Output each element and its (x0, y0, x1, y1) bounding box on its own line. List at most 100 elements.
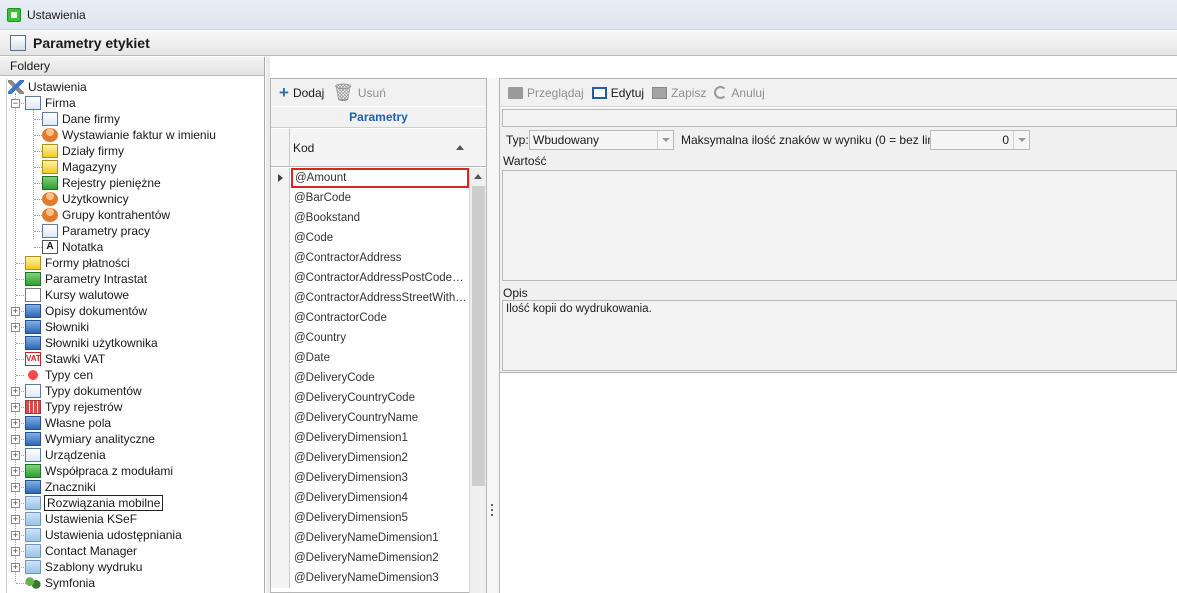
table-row[interactable]: @DeliveryCountryCode (271, 388, 469, 408)
tree-item[interactable]: Słowniki użytkownika (25, 335, 159, 351)
kod-cell[interactable]: @ContractorAddressStreetWithN... (291, 288, 469, 308)
kod-cell[interactable]: @DeliveryCountryName (291, 408, 469, 428)
cancel-button[interactable]: Anuluj (714, 86, 765, 100)
kod-cell[interactable]: @DeliveryNameDimension3 (291, 568, 469, 588)
tree-item[interactable]: Ustawienia udostępniania (25, 527, 183, 543)
expand-icon[interactable]: + (11, 467, 20, 476)
tree-item[interactable]: Słowniki (25, 319, 90, 335)
folder-tree[interactable]: Ustawienia − Firma Dane firmy Wystawianie fa… (6, 79, 264, 593)
tree-item[interactable]: Współpraca z modułami (25, 463, 174, 479)
kod-cell[interactable]: @DeliveryDimension3 (291, 468, 469, 488)
tree-item[interactable]: Ustawienia KSeF (25, 511, 138, 527)
table-row[interactable]: @DeliveryDimension5 (271, 508, 469, 528)
expand-icon[interactable]: + (11, 515, 20, 524)
row-header[interactable] (271, 348, 290, 368)
expand-icon[interactable]: + (11, 499, 20, 508)
table-row[interactable]: @ContractorAddressPostCodeWit... (271, 268, 469, 288)
tree-item[interactable]: Wymiary analityczne (25, 431, 156, 447)
tree-item[interactable]: Szablony wydruku (25, 559, 143, 575)
table-row[interactable]: @Code (271, 228, 469, 248)
row-header[interactable] (271, 408, 290, 428)
table-row[interactable]: @BarCode (271, 188, 469, 208)
kod-cell[interactable]: @DeliveryCountryCode (291, 388, 469, 408)
table-row[interactable]: @DeliveryNameDimension3 (271, 568, 469, 588)
table-row[interactable]: @DeliveryDimension2 (271, 448, 469, 468)
tree-item[interactable]: Własne pola (25, 415, 112, 431)
row-header[interactable] (271, 448, 290, 468)
kod-cell[interactable]: @ContractorAddressPostCodeWit... (291, 268, 469, 288)
kod-cell[interactable]: @DeliveryDimension4 (291, 488, 469, 508)
row-header[interactable] (271, 528, 290, 548)
tree-item[interactable]: Parametry pracy (42, 223, 151, 239)
table-row[interactable]: @DeliveryDimension3 (271, 468, 469, 488)
tree-item[interactable]: Opisy dokumentów (25, 303, 148, 319)
table-row[interactable]: @ContractorAddressStreetWithN... (271, 288, 469, 308)
tree-item[interactable]: Dane firmy (42, 111, 121, 127)
column-header[interactable]: Kod (271, 129, 486, 167)
expand-icon[interactable]: + (11, 531, 20, 540)
chevron-down-icon[interactable] (657, 131, 673, 149)
row-header[interactable] (271, 288, 290, 308)
tree-item[interactable]: Wystawianie faktur w imieniu (42, 127, 217, 143)
tree-item[interactable]: Typy cen (25, 367, 94, 383)
expand-icon[interactable]: + (11, 403, 20, 412)
tree-item[interactable]: VAT Stawki VAT (25, 351, 106, 367)
tree-item[interactable]: Kursy walutowe (25, 287, 130, 303)
expand-icon[interactable]: + (11, 563, 20, 572)
table-row[interactable]: @Date (271, 348, 469, 368)
table-row[interactable]: @DeliveryDimension4 (271, 488, 469, 508)
tree-item[interactable]: Formy płatności (25, 255, 131, 271)
tree-item[interactable]: Typy dokumentów (25, 383, 143, 399)
save-button[interactable]: Zapisz (652, 86, 706, 100)
row-header[interactable] (271, 168, 290, 188)
row-header[interactable] (271, 228, 290, 248)
kod-cell[interactable]: @ContractorCode (291, 308, 469, 328)
scrollbar-thumb[interactable] (472, 186, 485, 486)
kod-cell[interactable]: @DeliveryCode (291, 368, 469, 388)
tree-item[interactable]: Symfonia (25, 575, 96, 591)
kod-cell[interactable]: @DeliveryNameDimension1 (291, 528, 469, 548)
description-textarea[interactable]: Ilość kopii do wydrukowania. (502, 300, 1177, 371)
tree-item[interactable]: Typy rejestrów (25, 399, 123, 415)
browse-button[interactable]: Przeglądaj (508, 86, 584, 100)
table-row[interactable]: @ContractorCode (271, 308, 469, 328)
row-header[interactable] (271, 248, 290, 268)
table-row[interactable]: @Country (271, 328, 469, 348)
column-header-kod[interactable]: Kod (293, 141, 314, 155)
kod-cell[interactable]: @ContractorAddress (291, 248, 469, 268)
row-header[interactable] (271, 328, 290, 348)
tree-item[interactable]: Użytkownicy (42, 191, 130, 207)
tree-item[interactable]: Rozwiązania mobilne (25, 495, 164, 511)
expand-icon[interactable]: + (11, 483, 20, 492)
table-row[interactable]: @DeliveryCountryName (271, 408, 469, 428)
kod-cell[interactable]: @Country (291, 328, 469, 348)
table-row[interactable]: @DeliveryDimension1 (271, 428, 469, 448)
table-row[interactable]: @DeliveryNameDimension1 (271, 528, 469, 548)
row-header[interactable] (271, 308, 290, 328)
row-header[interactable] (271, 488, 290, 508)
tree-item[interactable]: A Notatka (42, 239, 104, 255)
expand-icon[interactable]: + (11, 547, 20, 556)
tree-item[interactable]: Znaczniki (25, 479, 97, 495)
tree-item[interactable]: Ustawienia (8, 79, 88, 95)
row-header[interactable] (271, 388, 290, 408)
table-row[interactable]: @DeliveryCode (271, 368, 469, 388)
tree-item[interactable]: Parametry Intrastat (25, 271, 148, 287)
tree-item[interactable]: Rejestry pieniężne (42, 175, 162, 191)
kod-cell[interactable]: @Bookstand (291, 208, 469, 228)
table-row[interactable]: @ContractorAddress (271, 248, 469, 268)
row-header[interactable] (271, 208, 290, 228)
expand-icon[interactable]: + (11, 419, 20, 428)
code-field[interactable] (502, 109, 1177, 127)
table-row[interactable]: @Bookstand (271, 208, 469, 228)
kod-cell[interactable]: @Amount (291, 168, 469, 188)
row-header[interactable] (271, 368, 290, 388)
edit-button[interactable]: Edytuj (591, 86, 644, 100)
scroll-up-icon[interactable] (474, 174, 482, 179)
kod-cell[interactable]: @DeliveryDimension5 (291, 508, 469, 528)
row-header[interactable] (271, 508, 290, 528)
type-select[interactable]: Wbudowany (529, 130, 674, 150)
tree-item[interactable]: Działy firmy (42, 143, 125, 159)
tree-item[interactable]: Urządzenia (25, 447, 107, 463)
expand-icon[interactable]: + (11, 387, 20, 396)
